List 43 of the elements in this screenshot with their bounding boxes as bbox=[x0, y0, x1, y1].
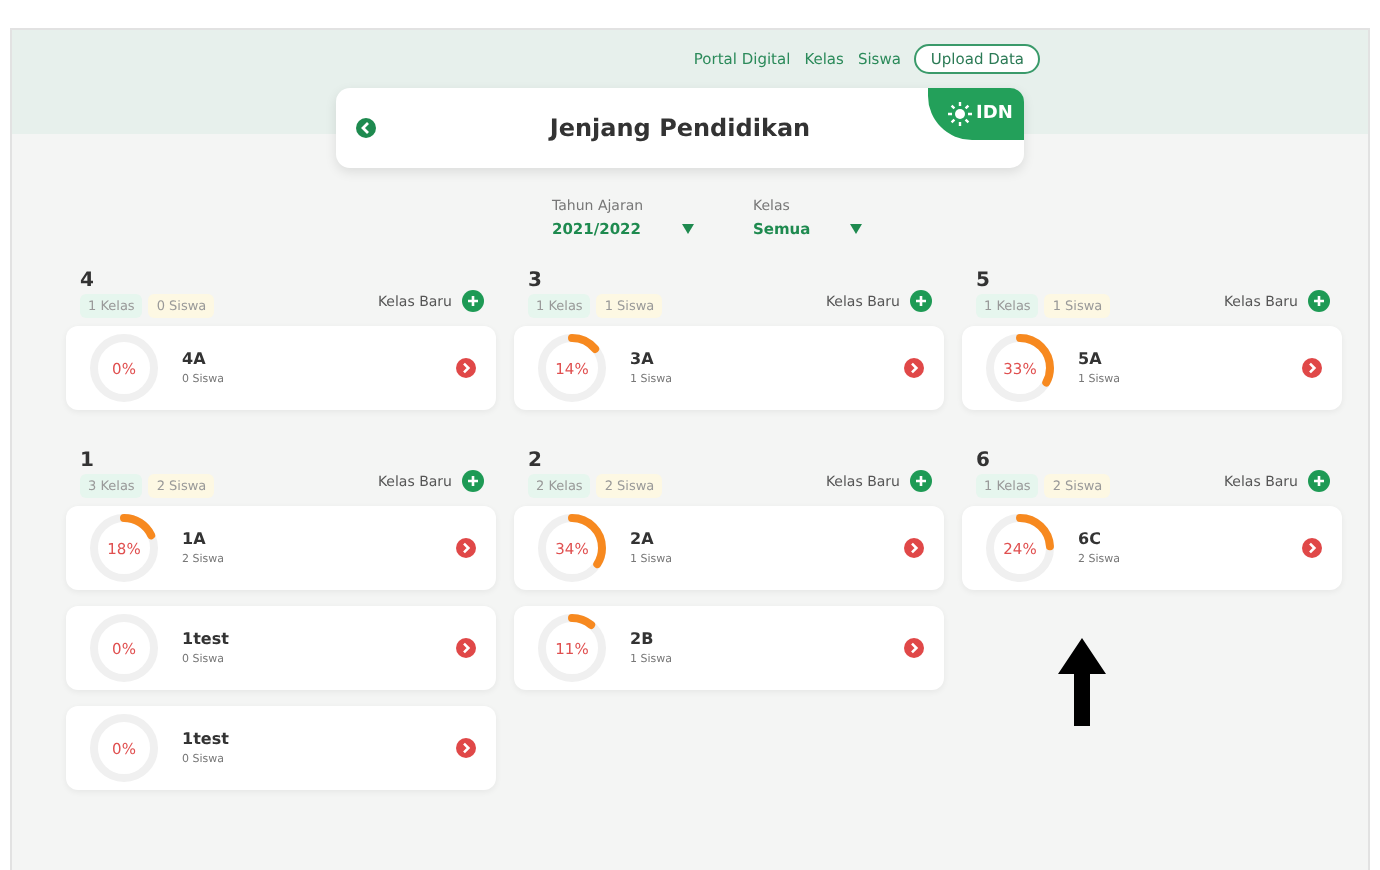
plus-icon bbox=[462, 290, 484, 312]
chevron-right-icon[interactable] bbox=[904, 538, 924, 558]
chevron-right-icon[interactable] bbox=[456, 358, 476, 378]
plus-icon bbox=[1308, 470, 1330, 492]
plus-icon bbox=[462, 470, 484, 492]
class-name: 1test bbox=[182, 630, 231, 648]
class-name: 2A bbox=[630, 530, 656, 548]
class-name: 5A bbox=[1078, 350, 1104, 368]
plus-icon bbox=[910, 290, 932, 312]
logo-text: IDN bbox=[976, 104, 1013, 124]
chevron-right-icon[interactable] bbox=[904, 358, 924, 378]
level-heading: 6 bbox=[976, 450, 992, 472]
level-heading: 2 bbox=[528, 450, 544, 472]
back-button[interactable] bbox=[356, 118, 376, 138]
plus-icon bbox=[910, 470, 932, 492]
chevron-right-icon[interactable] bbox=[1302, 358, 1322, 378]
level-heading: 1 bbox=[80, 450, 96, 472]
chevron-right-icon[interactable] bbox=[456, 638, 476, 658]
chevron-right-icon[interactable] bbox=[456, 738, 476, 758]
chevron-right-icon[interactable] bbox=[904, 638, 924, 658]
class-name: 3A bbox=[630, 350, 656, 368]
class-name: 6C bbox=[1078, 530, 1103, 548]
class-name: 4A bbox=[182, 350, 208, 368]
level-heading: 4 bbox=[80, 270, 96, 292]
progress-ring bbox=[534, 330, 610, 406]
class-name: 2B bbox=[630, 630, 656, 648]
class-name: 1test bbox=[182, 730, 231, 748]
level-heading: 3 bbox=[528, 270, 544, 292]
progress-ring bbox=[982, 510, 1058, 586]
progress-ring bbox=[534, 510, 610, 586]
caret-icon bbox=[850, 224, 863, 234]
progress-ring bbox=[982, 330, 1058, 406]
plus-icon bbox=[1308, 290, 1330, 312]
chevron-right-icon[interactable] bbox=[456, 538, 476, 558]
chevron-right-icon[interactable] bbox=[1302, 538, 1322, 558]
up-arrow-icon bbox=[1058, 638, 1106, 726]
progress-ring bbox=[534, 610, 610, 686]
page-title: Jenjang Pendidikan bbox=[549, 114, 811, 142]
sun-icon bbox=[948, 102, 972, 126]
class-name: 1A bbox=[182, 530, 208, 548]
progress-ring bbox=[86, 510, 162, 586]
caret-icon bbox=[681, 224, 693, 234]
level-heading: 5 bbox=[976, 270, 992, 292]
